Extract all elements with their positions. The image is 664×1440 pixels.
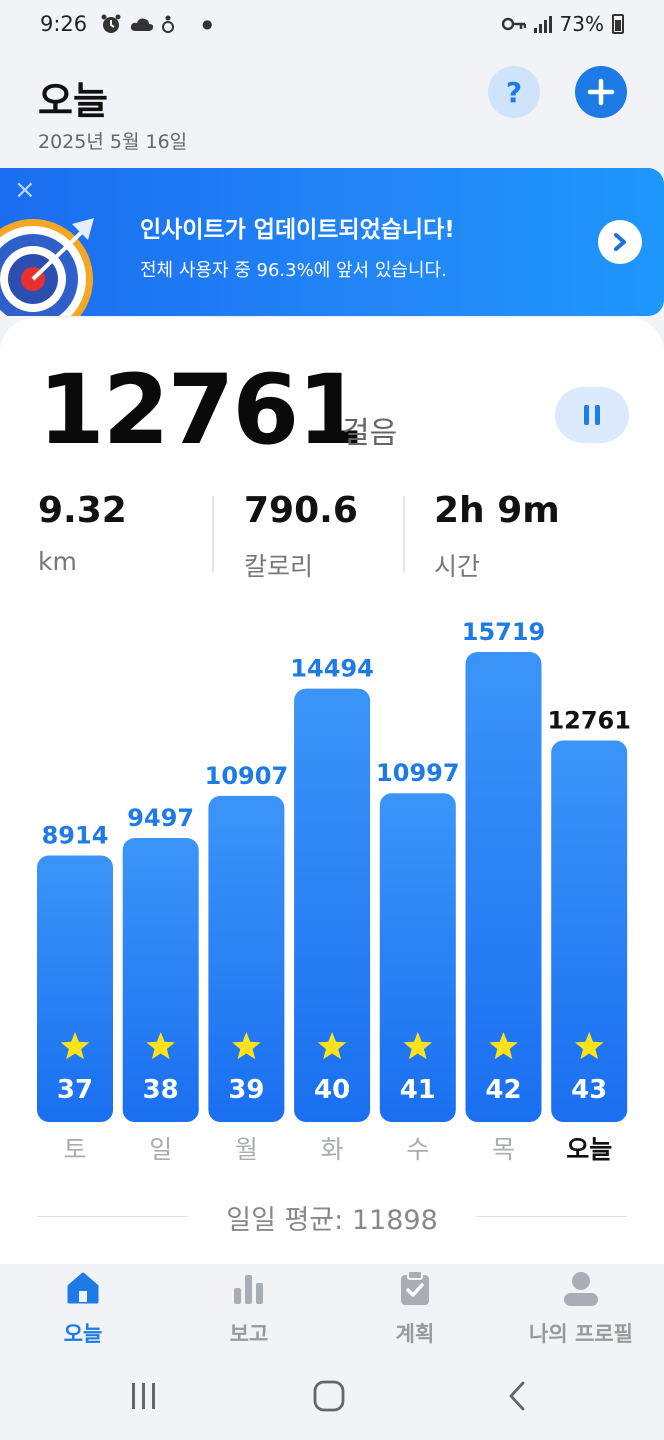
weekly-steps-chart: 8914 37 토 9497 38 일 10907 39 월 14494 40 화 10997 41 수 15… [37,618,631,1164]
stat-divider [212,496,214,572]
status-right-icons: 73% [501,12,624,36]
nav-item-profile[interactable]: 나의 프로필 [498,1264,664,1352]
stat-calories-value: 790.6 [244,490,358,531]
bottom-nav: 오늘 보고 계획 나의 프로필 [0,1264,664,1352]
clipboard-check-icon [395,1268,435,1308]
chart-badge-label: 39 [228,1075,264,1105]
chart-category-label: 토 [63,1135,86,1164]
stat-calories: 790.6 칼로리 [244,490,358,583]
stat-time-value: 2h 9m [434,490,560,531]
chart-category-label: 월 [235,1135,258,1164]
daily-average: 일일 평균: 11898 [226,1205,438,1236]
app-icon [162,15,174,33]
chart-bar [379,793,456,1122]
add-button[interactable] [575,66,627,118]
nav-label-today: 오늘 [63,1322,103,1346]
banner-title: 인사이트가 업데이트되었습니다! [140,217,455,243]
nav-item-today[interactable]: 오늘 [0,1264,166,1352]
status-time: 9:26 [40,12,88,36]
pause-icon-bar [584,405,589,425]
chart-bar [294,688,371,1122]
chart-badge-label: 37 [57,1075,93,1105]
steps-unit: 걸음 [342,416,398,451]
signal-icon [533,15,552,33]
chart-value-label: 10997 [376,759,460,787]
chart-category-label: 수 [406,1135,429,1164]
stat-distance-label: km [38,547,77,576]
alarm-icon [101,14,121,33]
chart-category-label: 화 [321,1135,344,1164]
chart-value-label: 10907 [205,762,289,790]
home-circle-icon[interactable] [312,1380,346,1412]
nav-label-report: 보고 [229,1322,269,1346]
nav-item-plan[interactable]: 계획 [332,1264,498,1352]
chart-category-label: 목 [492,1135,515,1164]
chart-value-label: 8914 [42,821,109,849]
help-button[interactable]: ? [488,66,540,118]
bar-chart-icon [229,1268,269,1308]
status-left-icons: ● [100,12,212,36]
back-icon[interactable] [502,1380,532,1412]
chart-value-label: 15719 [462,618,546,646]
page-date: 2025년 5월 16일 [38,131,188,153]
nav-label-plan: 계획 [395,1322,435,1346]
chart-bar [551,740,628,1122]
plus-icon [587,78,615,106]
chart-badge-label: 42 [485,1075,521,1105]
system-nav-bar [0,1352,664,1440]
chevron-right-icon [614,233,626,251]
insight-banner[interactable]: × 인사이트가 업데이트되었습니다! 전체 사용자 중 96.3%에 앞서 있습… [0,168,664,316]
stat-divider [403,496,405,572]
chart-badge-label: 41 [400,1075,436,1105]
stat-distance: 9.32 km [38,490,127,576]
cloud-icon [130,18,154,31]
battery-percent: 73% [559,12,604,36]
steps-count: 12761 [38,354,364,466]
banner-subtitle: 전체 사용자 중 96.3%에 앞서 있습니다. [140,260,447,281]
chart-badge-label: 43 [571,1075,607,1105]
chart-badge-label: 40 [314,1075,350,1105]
stat-time-label: 시간 [434,552,481,581]
close-icon[interactable]: × [14,177,38,203]
pause-icon-bar [595,405,600,425]
chart-category-label: 오늘 [566,1135,612,1164]
nav-item-report[interactable]: 보고 [166,1264,332,1352]
dot-icon: ● [202,17,213,31]
stat-distance-value: 9.32 [38,490,127,531]
status-bar: 9:26 ● 73% [0,0,664,52]
banner-arrow-button[interactable] [598,220,642,264]
chart-value-label: 9497 [127,804,194,832]
help-icon: ? [505,75,523,109]
chart-badge-label: 38 [143,1075,179,1105]
nav-label-profile: 나의 프로필 [529,1322,633,1346]
page-title: 오늘 [38,79,108,123]
chart-bar [208,795,285,1122]
home-icon [63,1268,103,1308]
stat-calories-label: 칼로리 [244,552,314,581]
key-icon [501,17,526,31]
chart-value-label: 14494 [290,655,374,683]
battery-icon [612,14,624,34]
recent-apps-icon[interactable] [128,1380,160,1412]
stat-time: 2h 9m 시간 [434,490,560,583]
chart-category-label: 일 [149,1135,172,1164]
chart-value-label: 12761 [547,706,631,734]
target-icon [0,218,94,316]
profile-icon [561,1268,601,1308]
pause-button[interactable] [555,387,629,443]
